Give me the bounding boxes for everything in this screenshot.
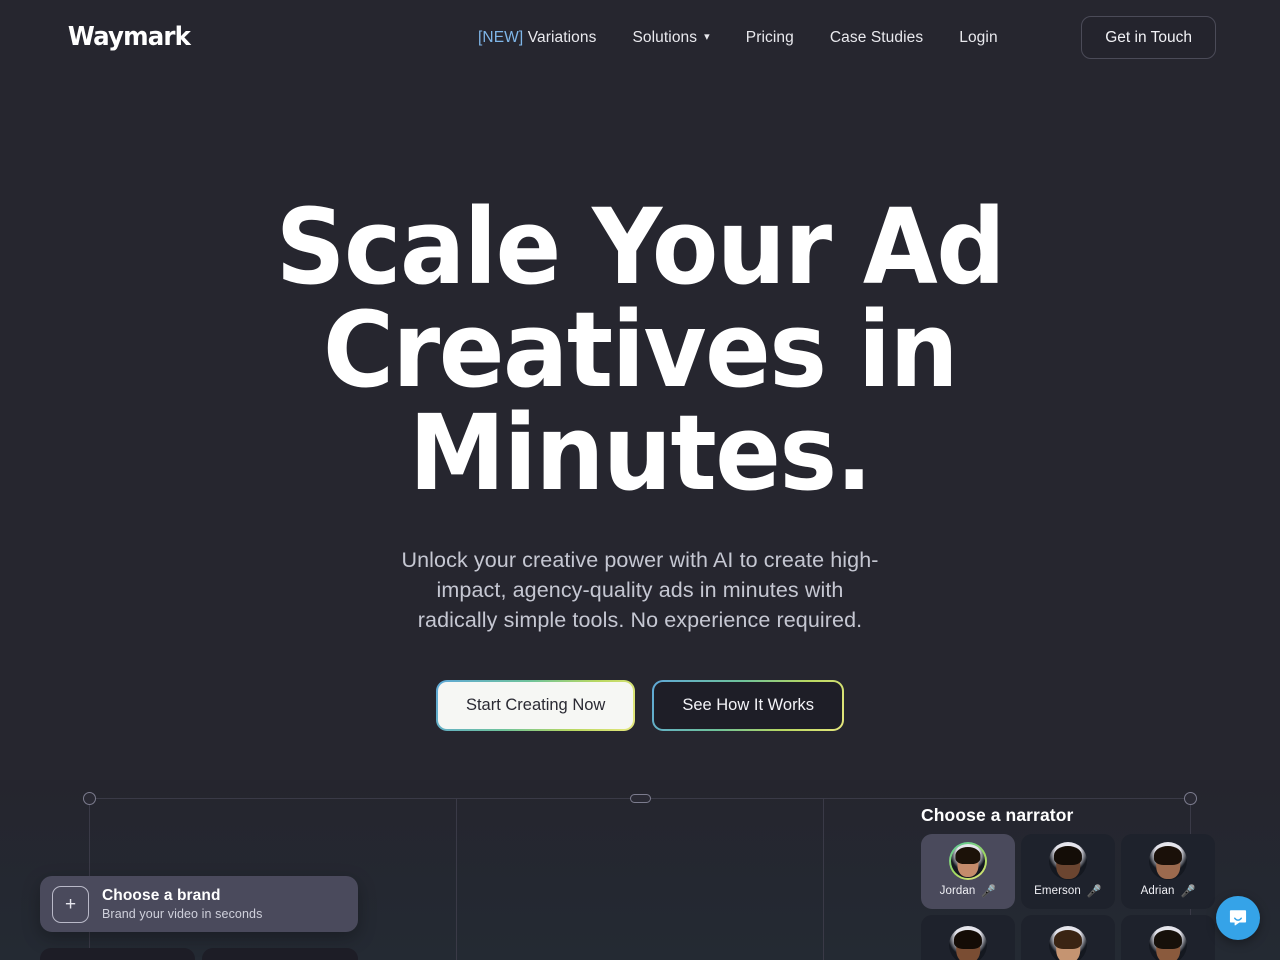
subtitle-line-1: Unlock your creative power with AI to cr… xyxy=(401,548,879,572)
get-in-touch-button[interactable]: Get in Touch xyxy=(1081,16,1216,59)
narrator-panel-title: Choose a narrator xyxy=(921,805,1074,825)
app-preview-strip: + Choose a brand Brand your video in sec… xyxy=(0,780,1280,960)
narrator-card-4[interactable] xyxy=(921,915,1015,960)
narrator-card-jordan[interactable]: Jordan 🎤 xyxy=(921,834,1015,909)
microphone-icon: 🎤 xyxy=(1086,884,1102,898)
nav-item-solutions[interactable]: Solutions ▾ xyxy=(632,29,709,47)
brand-card-subtitle: Brand your video in seconds xyxy=(102,907,263,921)
microphone-icon: 🎤 xyxy=(1180,884,1196,898)
narrator-name: Emerson xyxy=(1034,885,1081,897)
frame-guide-vertical-2 xyxy=(456,798,457,960)
waymark-logo[interactable]: Waymark xyxy=(68,22,191,52)
narrator-card-emerson[interactable]: Emerson 🎤 xyxy=(1021,834,1115,909)
microphone-icon: 🎤 xyxy=(981,884,997,898)
nav-item-variations[interactable]: [NEW] Variations xyxy=(478,29,596,47)
narrator-meta: Emerson 🎤 xyxy=(1034,885,1102,897)
headline-line-1: Scale Your Ad xyxy=(275,186,1006,308)
new-badge: [NEW] xyxy=(478,29,524,46)
chevron-down-icon: ▾ xyxy=(704,31,710,43)
avatar xyxy=(1049,926,1087,960)
narrator-grid-row-2 xyxy=(921,915,1221,960)
nav-item-login[interactable]: Login xyxy=(959,29,997,47)
subtitle-line-3: radically simple tools. No experience re… xyxy=(417,608,863,632)
site-header: Waymark [NEW] Variations Solutions ▾ Pric… xyxy=(0,0,1280,76)
narrator-meta: Adrian 🎤 xyxy=(1141,885,1196,897)
nav-label-solutions: Solutions xyxy=(632,29,698,46)
frame-guide-vertical-3 xyxy=(823,798,824,960)
page-title: Scale Your Ad Creatives in Minutes. xyxy=(45,186,1235,514)
narrator-name: Jordan xyxy=(939,885,976,897)
nav-item-case-studies[interactable]: Case Studies xyxy=(830,29,923,47)
start-creating-now-label: Start Creating Now xyxy=(437,682,634,729)
hero-cta-row: Start Creating Now See How It Works xyxy=(0,680,1280,731)
nav-item-pricing[interactable]: Pricing xyxy=(746,29,794,47)
resize-handle-right[interactable] xyxy=(1184,792,1197,805)
avatar xyxy=(1149,842,1187,880)
brand-card-title: Choose a brand xyxy=(102,887,221,904)
narrator-card-6[interactable] xyxy=(1121,915,1215,960)
headline-line-2: Creatives in xyxy=(322,288,958,411)
narrator-meta: Jordan 🎤 xyxy=(940,885,997,897)
avatar xyxy=(949,842,987,880)
narrator-card-5[interactable] xyxy=(1021,915,1115,960)
drag-handle-top[interactable] xyxy=(630,794,651,803)
preview-mini-card-2[interactable] xyxy=(202,948,358,960)
chat-bubble-icon[interactable] xyxy=(1216,896,1260,940)
see-how-it-works-button[interactable]: See How It Works xyxy=(652,680,845,731)
avatar xyxy=(1149,926,1187,960)
narrator-name: Adrian xyxy=(1140,885,1175,897)
narrator-grid-row-1: Jordan 🎤 Emerson 🎤 Adrian 🎤 xyxy=(921,834,1221,909)
nav-label-variations: Variations xyxy=(523,29,597,46)
main-navigation: [NEW] Variations Solutions ▾ Pricing Case… xyxy=(478,0,1023,76)
avatar xyxy=(949,926,987,960)
choose-a-brand-card[interactable]: + Choose a brand Brand your video in sec… xyxy=(40,876,358,932)
headline-line-3: Minutes. xyxy=(408,391,873,514)
plus-icon: + xyxy=(52,885,89,923)
see-how-it-works-label: See How It Works xyxy=(654,682,843,729)
resize-handle-left[interactable] xyxy=(83,792,96,805)
subtitle-line-2: impact, agency-quality ads in minutes wi… xyxy=(436,578,844,602)
brand-card-text: Choose a brand Brand your video in secon… xyxy=(102,887,262,921)
start-creating-now-button[interactable]: Start Creating Now xyxy=(435,680,636,731)
preview-mini-card-1[interactable] xyxy=(40,948,195,960)
page-root: Waymark [NEW] Variations Solutions ▾ Pric… xyxy=(0,0,1280,960)
narrator-card-adrian[interactable]: Adrian 🎤 xyxy=(1121,834,1215,909)
avatar xyxy=(1049,842,1087,880)
hero-subtitle: Unlock your creative power with AI to cr… xyxy=(0,545,1280,635)
